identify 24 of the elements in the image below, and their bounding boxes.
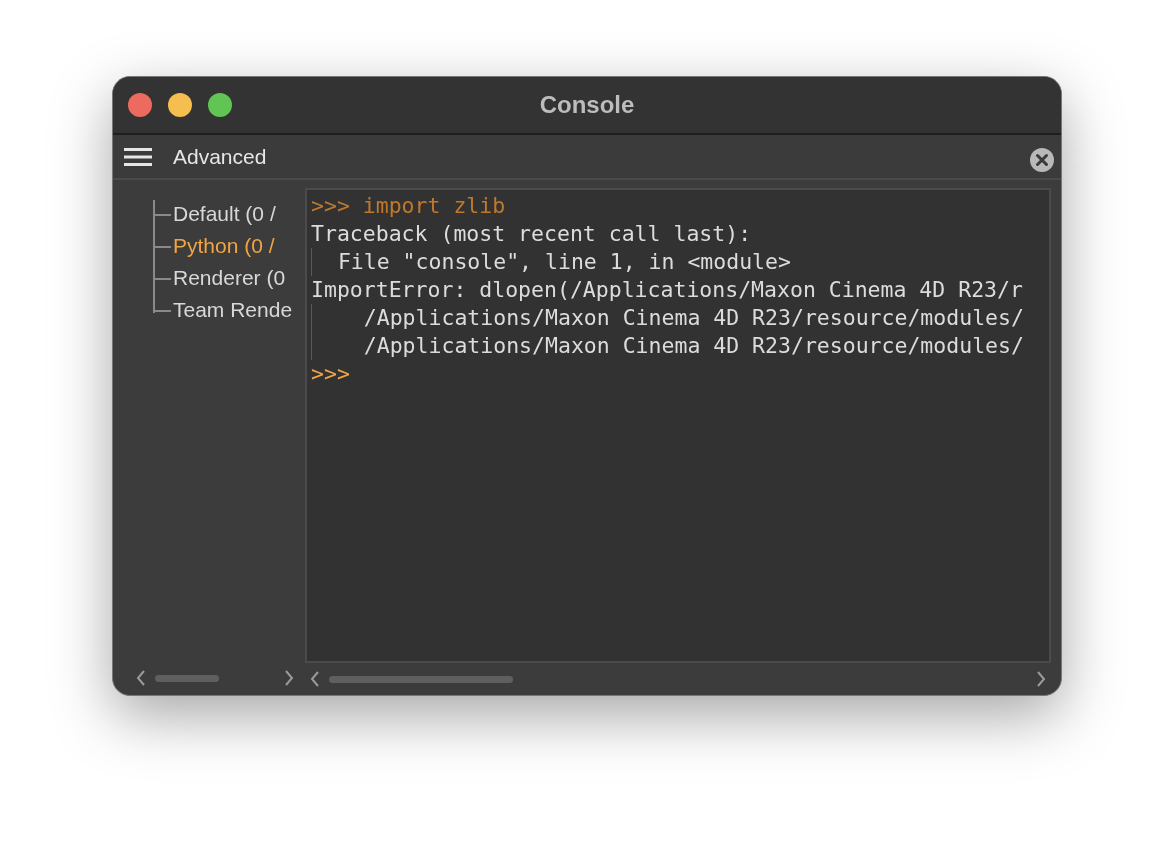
window-title: Console [539, 91, 635, 119]
scrollbar-thumb[interactable] [329, 675, 513, 683]
tree-item[interactable]: Python (0 / [153, 230, 305, 262]
scroll-right-icon[interactable] [283, 669, 295, 687]
toolbar-label: Advanced [173, 144, 268, 169]
minimize-window-button[interactable] [168, 93, 192, 117]
console-line: >>> [311, 360, 351, 388]
tree-item[interactable]: Renderer (0 [153, 262, 305, 294]
menu-icon[interactable] [124, 146, 152, 167]
console-line: /Applications/Maxon Cinema 4D R23/resource/modules/ [311, 304, 1045, 332]
zoom-window-button[interactable] [208, 93, 232, 117]
scroll-left-icon[interactable] [309, 670, 321, 688]
close-window-button[interactable] [128, 93, 152, 117]
console-line: /Applications/Maxon Cinema 4D R23/resource/modules/ [311, 332, 1045, 360]
scrollbar-thumb[interactable] [155, 674, 219, 682]
console-line: Traceback (most recent call last): [311, 220, 753, 248]
close-icon[interactable] [1029, 146, 1055, 173]
console-line: File "console", line 1, in <module> [311, 248, 1045, 276]
console-line: ImportError: dlopen(/Applications/Maxon Cinema 4D R23/r [311, 276, 1024, 304]
tree-item[interactable]: Team Rende [153, 294, 305, 326]
tree-item[interactable]: Default (0 / [153, 198, 305, 230]
scroll-right-icon[interactable] [1035, 670, 1047, 688]
scroll-left-icon[interactable] [135, 669, 147, 687]
console-line: >>> import zlib [311, 192, 507, 220]
